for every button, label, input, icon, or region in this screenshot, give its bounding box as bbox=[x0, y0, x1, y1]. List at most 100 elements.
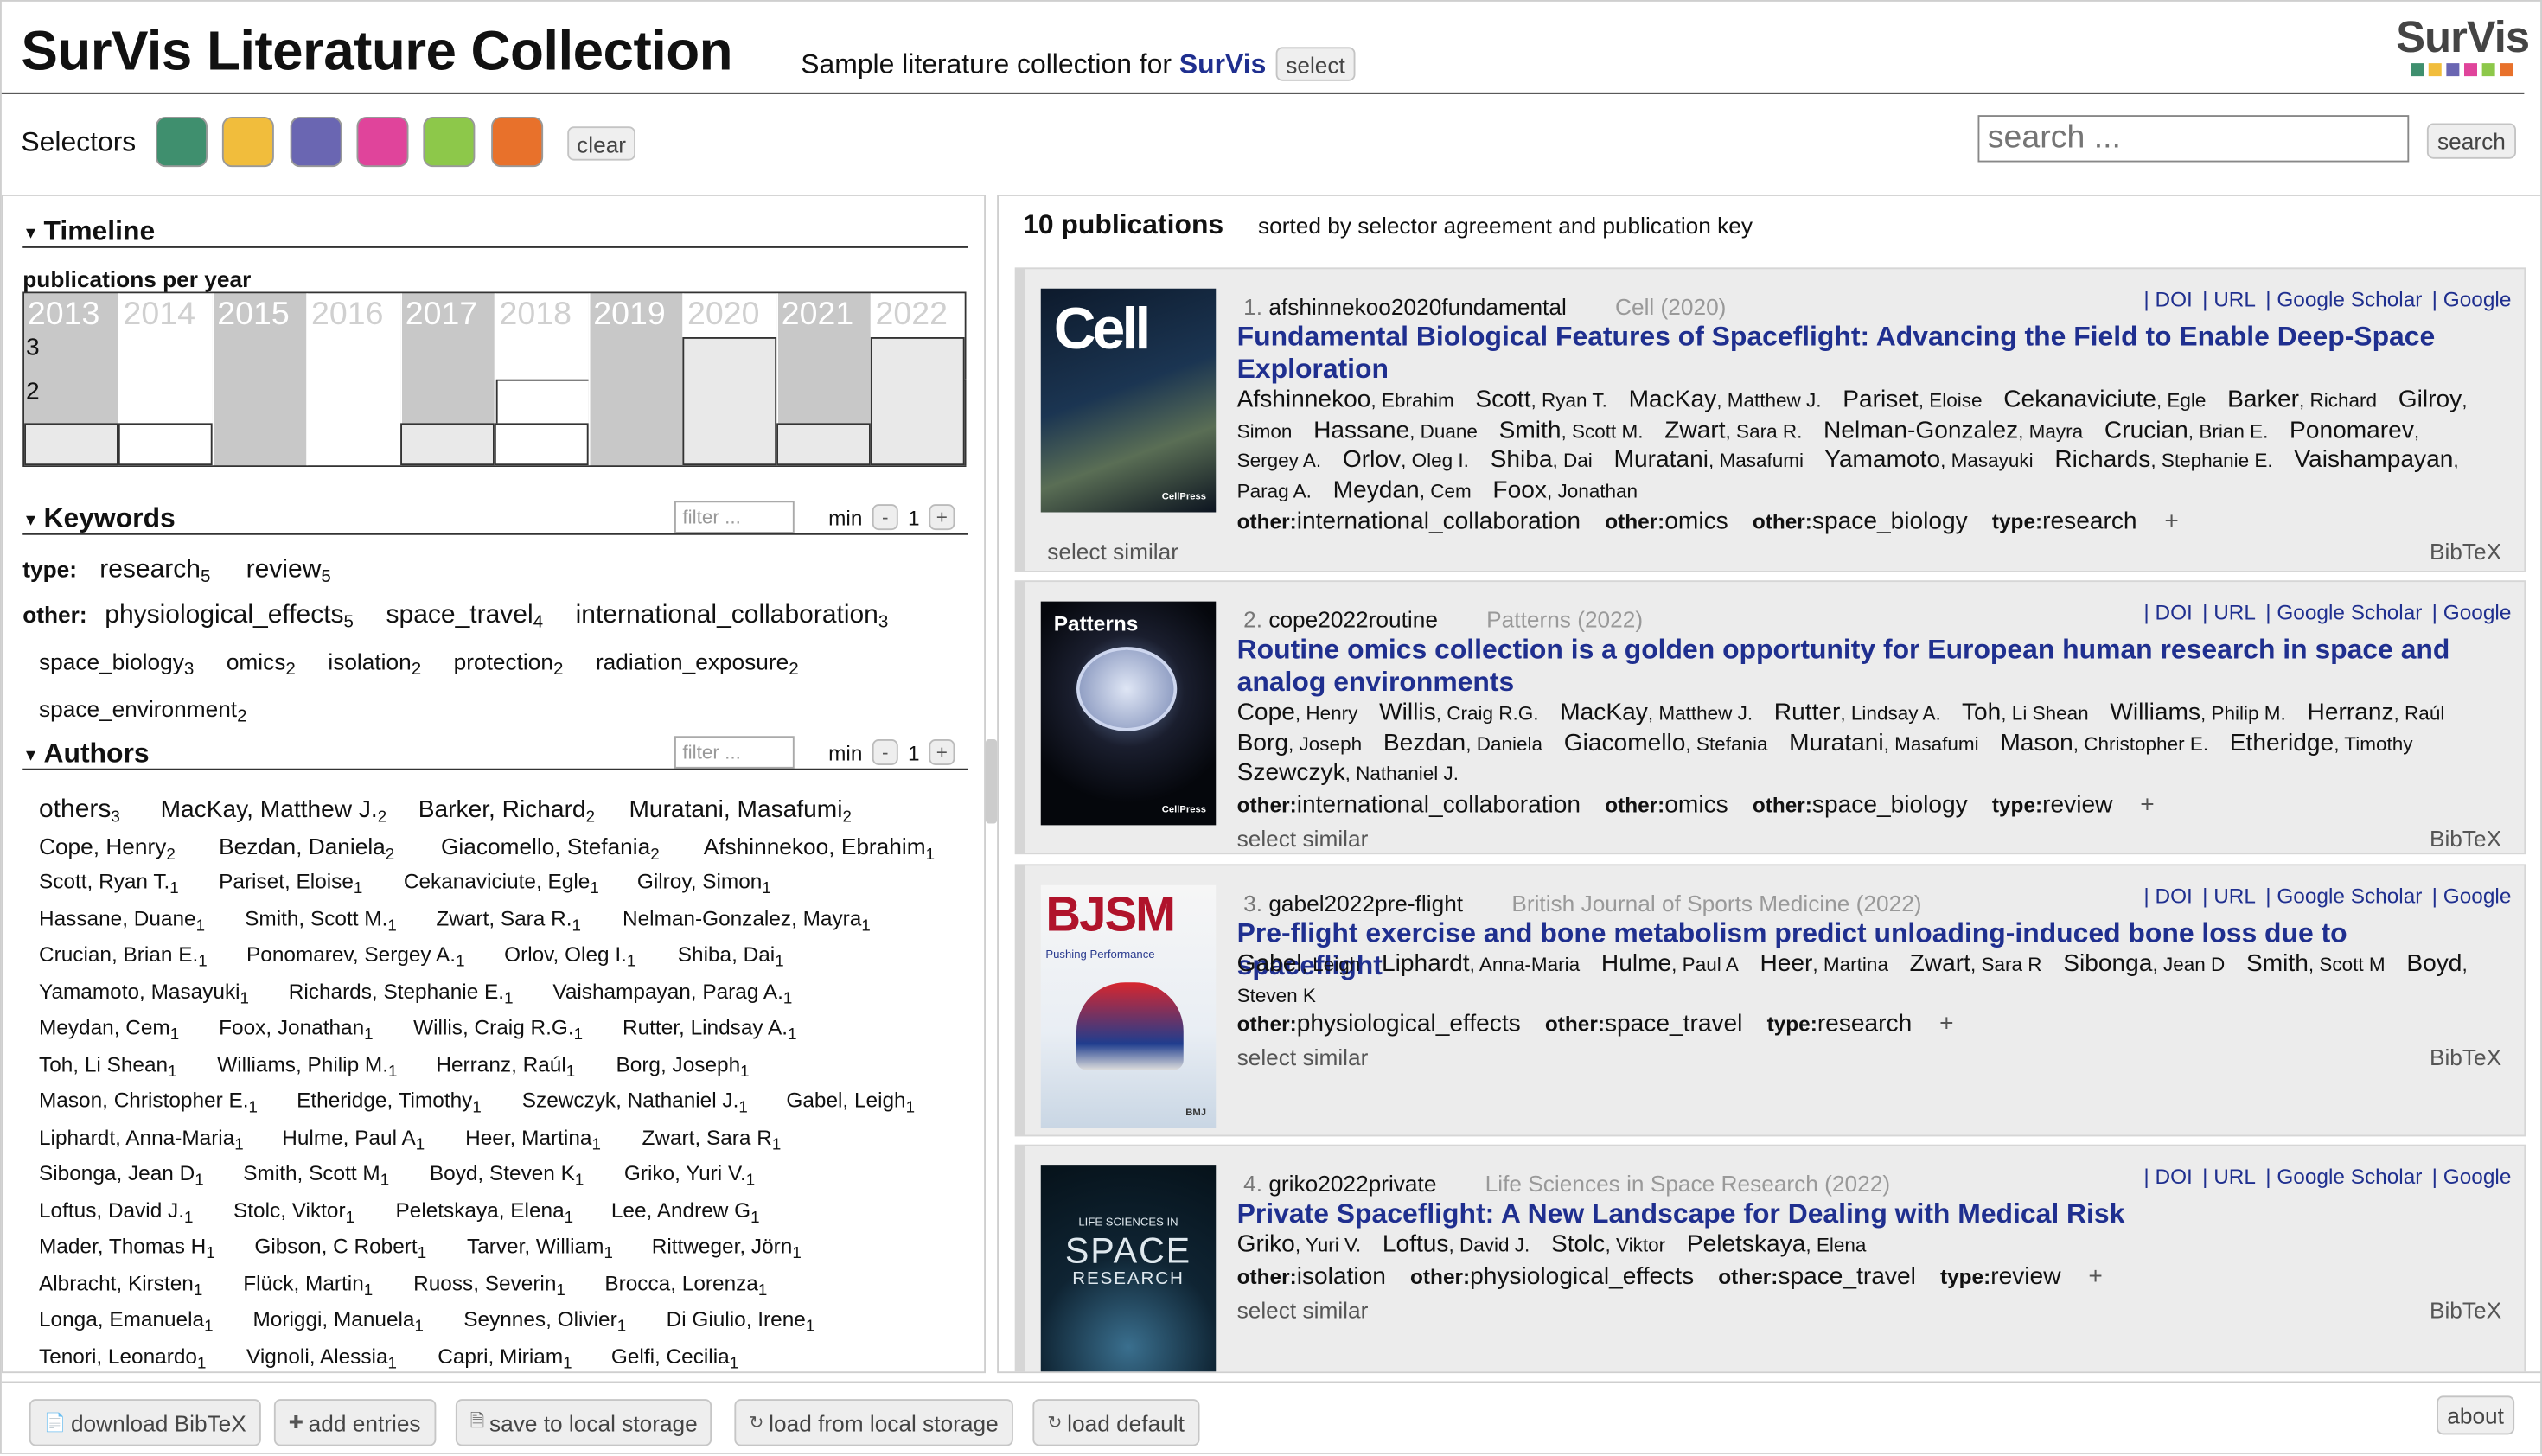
link-doi[interactable]: DOI bbox=[2155, 884, 2192, 908]
publication-tag[interactable]: type:research bbox=[1992, 508, 2137, 535]
keywords-filter-input[interactable]: filter ... bbox=[674, 501, 795, 533]
authors-header[interactable]: ▼ Authors bbox=[22, 738, 149, 770]
publication-tag[interactable]: other:omics bbox=[1605, 508, 1728, 535]
author-tag[interactable]: Di Giulio, Irene1 bbox=[667, 1306, 815, 1336]
timeline-header[interactable]: ▼ Timeline bbox=[22, 215, 155, 248]
publication-author[interactable]: Cekanaviciute, Egle bbox=[2003, 386, 2206, 413]
add-tag-button[interactable]: + bbox=[2164, 508, 2178, 535]
search-button[interactable]: search bbox=[2426, 123, 2516, 159]
link-doi[interactable]: DOI bbox=[2155, 287, 2192, 311]
select-similar-button[interactable]: select similar bbox=[1237, 825, 1369, 851]
publication-tag[interactable]: other:omics bbox=[1605, 791, 1728, 819]
publication-author[interactable]: Williams, Philip M. bbox=[2110, 699, 2285, 726]
publication-tag[interactable]: other:space_biology bbox=[1753, 508, 1968, 535]
link-doi[interactable]: DOI bbox=[2155, 600, 2192, 624]
publication-author[interactable]: Sibonga, Jean D bbox=[2063, 950, 2225, 978]
publication-author[interactable]: Nelman-Gonzalez, Mayra bbox=[1823, 416, 2083, 444]
link-google[interactable]: Google bbox=[2443, 287, 2512, 311]
keywords-min-decrement-button[interactable]: - bbox=[872, 504, 898, 531]
publication-title[interactable]: Fundamental Biological Features of Space… bbox=[1237, 321, 2486, 386]
publication-author[interactable]: Cope, Henry bbox=[1237, 699, 1358, 726]
link-google-scholar[interactable]: Google Scholar bbox=[2277, 1164, 2422, 1188]
author-tag[interactable]: Peletskaya, Elena1 bbox=[396, 1197, 574, 1227]
keyword-tag[interactable]: research5 bbox=[99, 556, 210, 587]
timeline-year-column[interactable]: 2019 bbox=[588, 293, 683, 466]
author-tag[interactable]: Orlov, Oleg I.1 bbox=[504, 942, 636, 971]
select-similar-button[interactable]: select similar bbox=[1237, 1044, 1369, 1070]
publication-tag[interactable]: other:physiological_effects bbox=[1237, 1010, 1521, 1038]
author-tag[interactable]: Crucian, Brian E.1 bbox=[39, 942, 208, 971]
author-tag[interactable]: Smith, Scott M.1 bbox=[245, 905, 397, 935]
bibtex-button[interactable]: BibTeX bbox=[2430, 1297, 2501, 1323]
author-tag[interactable]: Capri, Miriam1 bbox=[438, 1343, 572, 1371]
add-entries-button[interactable]: ✚ add entries bbox=[273, 1399, 436, 1446]
publication-author[interactable]: MacKay, Matthew J. bbox=[1560, 699, 1753, 726]
selector-swatch[interactable] bbox=[491, 117, 544, 168]
bibtex-button[interactable]: BibTeX bbox=[2430, 825, 2501, 851]
author-tag[interactable]: MacKay, Matthew J.2 bbox=[161, 796, 387, 827]
load-default-button[interactable]: ↻ load default bbox=[1032, 1399, 1199, 1446]
link-google[interactable]: Google bbox=[2443, 600, 2512, 624]
publication-author[interactable]: Liphardt, Anna-Maria bbox=[1382, 950, 1580, 978]
author-tag[interactable]: Foox, Jonathan1 bbox=[219, 1015, 373, 1044]
publication-author[interactable]: Meydan, Cem bbox=[1333, 476, 1472, 503]
add-tag-button[interactable]: + bbox=[2088, 1263, 2102, 1291]
publication-author[interactable]: Scott, Ryan T. bbox=[1475, 386, 1606, 413]
author-tag[interactable]: Etheridge, Timothy1 bbox=[297, 1088, 482, 1117]
author-tag[interactable]: Smith, Scott M1 bbox=[243, 1161, 389, 1191]
publication-author[interactable]: Orlov, Oleg I. bbox=[1343, 446, 1469, 474]
author-tag[interactable]: Afshinnekoo, Ebrahim1 bbox=[704, 833, 935, 864]
author-tag[interactable]: Moriggi, Manuela1 bbox=[253, 1306, 424, 1336]
publication-author[interactable]: Willis, Craig R.G. bbox=[1379, 699, 1538, 726]
publication-author[interactable]: Toh, Li Shean bbox=[1962, 699, 2089, 726]
publication-author[interactable]: Szewczyk, Nathaniel J. bbox=[1237, 759, 1459, 787]
clear-selectors-button[interactable]: clear bbox=[567, 126, 636, 161]
author-tag[interactable]: Rutter, Lindsay A.1 bbox=[623, 1015, 797, 1044]
link-google-scholar[interactable]: Google Scholar bbox=[2277, 884, 2422, 908]
publication-tag[interactable]: type:review bbox=[1940, 1263, 2061, 1291]
about-button[interactable]: about bbox=[2437, 1395, 2515, 1435]
timeline-year-column[interactable]: 2016 bbox=[306, 293, 401, 466]
author-tag[interactable]: Mader, Thomas H1 bbox=[39, 1234, 215, 1263]
keyword-tag[interactable]: space_environment2 bbox=[39, 695, 247, 726]
publication-author[interactable]: Hulme, Paul A bbox=[1601, 950, 1739, 978]
publication-tag[interactable]: other:isolation bbox=[1237, 1263, 1386, 1291]
publication-author[interactable]: Heer, Martina bbox=[1760, 950, 1888, 978]
author-tag[interactable]: Nelman-Gonzalez, Mayra1 bbox=[623, 905, 871, 935]
author-tag[interactable]: Hassane, Duane1 bbox=[39, 905, 205, 935]
publication-card[interactable]: Patterns CellPress 2. cope2022routine Patte… bbox=[1014, 580, 2526, 855]
selector-swatch[interactable] bbox=[290, 117, 342, 168]
download-bibtex-button[interactable]: 📄 download BibTeX bbox=[29, 1399, 261, 1446]
publication-tag[interactable]: type:review bbox=[1992, 791, 2113, 819]
add-tag-button[interactable]: + bbox=[1939, 1010, 1953, 1038]
publication-tag[interactable]: other:international_collaboration bbox=[1237, 508, 1581, 535]
publication-author[interactable]: Muratani, Masafumi bbox=[1614, 446, 1804, 474]
author-tag[interactable]: Lee, Andrew G1 bbox=[611, 1197, 760, 1227]
publication-author[interactable]: Herranz, Raúl bbox=[2308, 699, 2445, 726]
author-tag[interactable]: Griko, Yuri V.1 bbox=[624, 1161, 755, 1191]
author-tag[interactable]: Szewczyk, Nathaniel J.1 bbox=[522, 1088, 748, 1117]
publication-tag[interactable]: other:physiological_effects bbox=[1410, 1263, 1694, 1291]
publication-tag[interactable]: other:space_travel bbox=[1545, 1010, 1743, 1038]
keyword-tag[interactable]: international_collaboration3 bbox=[576, 602, 889, 633]
author-tag[interactable]: Sibonga, Jean D1 bbox=[39, 1161, 204, 1191]
keyword-tag[interactable]: isolation2 bbox=[328, 648, 421, 680]
publication-author[interactable]: Foox, Jonathan bbox=[1492, 476, 1638, 503]
publication-author[interactable]: Crucian, Brian E. bbox=[2104, 416, 2268, 444]
author-tag[interactable]: Vignoli, Alessia1 bbox=[246, 1343, 397, 1371]
publication-tag[interactable]: other:space_travel bbox=[1718, 1263, 1916, 1291]
select-similar-button[interactable]: select similar bbox=[1237, 1297, 1369, 1323]
publication-title[interactable]: Routine omics collection is a golden opp… bbox=[1237, 634, 2486, 699]
author-tag[interactable]: Gilroy, Simon1 bbox=[637, 869, 771, 898]
publication-author[interactable]: MacKay, Matthew J. bbox=[1629, 386, 1822, 413]
author-tag[interactable]: Rittweger, Jörn1 bbox=[652, 1234, 802, 1263]
publication-author[interactable]: Bezdan, Daniela bbox=[1383, 729, 1542, 757]
publication-tag[interactable]: other:space_biology bbox=[1753, 791, 1968, 819]
author-tag[interactable]: Willis, Craig R.G.1 bbox=[413, 1015, 583, 1044]
author-tag[interactable]: Seynnes, Olivier1 bbox=[463, 1306, 626, 1336]
author-tag[interactable]: Vaishampayan, Parag A.1 bbox=[552, 979, 792, 1008]
author-tag[interactable]: Muratani, Masafumi2 bbox=[629, 796, 852, 827]
author-tag[interactable]: Albracht, Kirsten1 bbox=[39, 1270, 202, 1300]
publication-card[interactable]: SPACE LIFE SCIENCES IN RESEARCH 4. griko202… bbox=[1014, 1144, 2526, 1372]
selector-swatch[interactable] bbox=[156, 117, 208, 168]
